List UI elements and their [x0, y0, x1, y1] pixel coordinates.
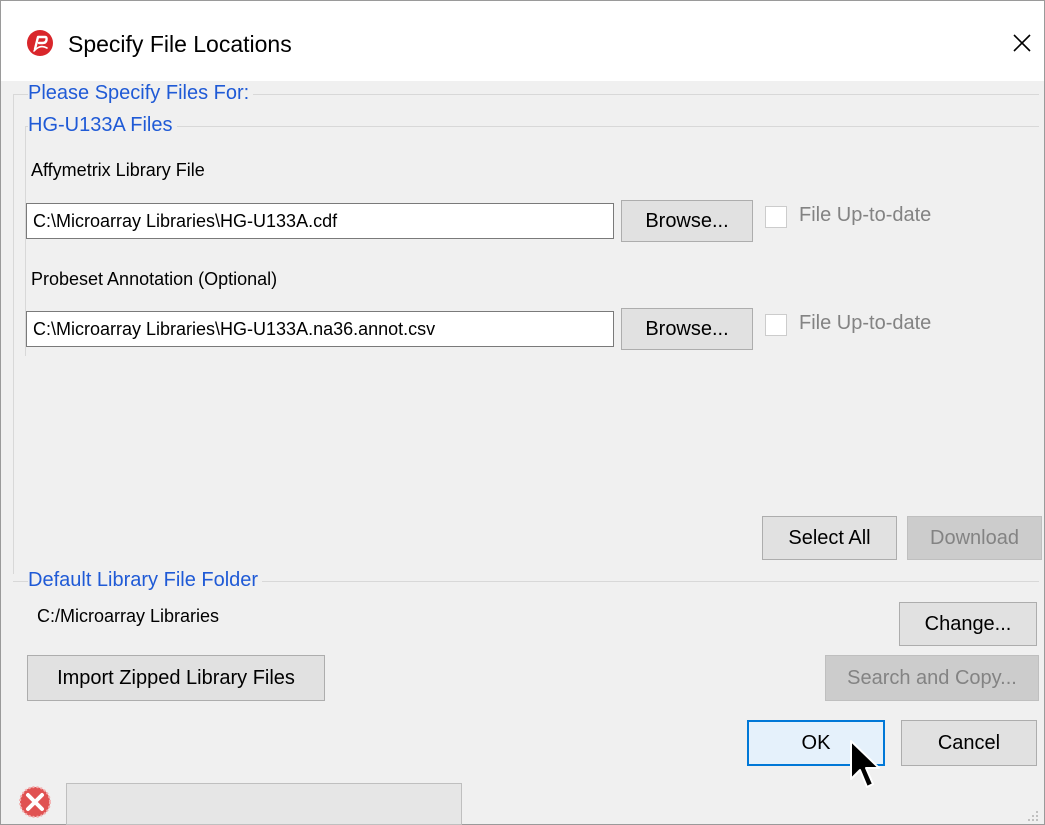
section-header: Please Specify Files For: [28, 81, 254, 105]
change-folder-button[interactable]: Change... [899, 602, 1037, 646]
error-status-icon [19, 786, 51, 818]
library-file-label: Affymetrix Library File [31, 160, 205, 180]
title-bar[interactable]: Specify File Locations [1, 1, 1044, 81]
window-title: Specify File Locations [68, 31, 292, 57]
subsection-header: HG-U133A Files [28, 113, 177, 137]
dialog-window: Specify File Locations Please Specify Fi… [0, 0, 1045, 825]
library-file-input[interactable] [26, 203, 614, 239]
folder-section-header: Default Library File Folder [28, 568, 263, 592]
library-uptodate-box[interactable] [765, 206, 787, 228]
subsection-divider [25, 126, 1039, 127]
default-folder-path: C:/Microarray Libraries [37, 606, 220, 626]
cancel-button[interactable]: Cancel [901, 720, 1037, 766]
resize-grip-icon[interactable] [1026, 809, 1040, 823]
annotation-browse-button[interactable]: Browse... [621, 308, 753, 350]
annotation-uptodate-label: File Up-to-date [799, 312, 932, 334]
library-browse-button[interactable]: Browse... [621, 200, 753, 242]
partek-app-icon [27, 30, 53, 56]
select-all-button[interactable]: Select All [762, 516, 897, 560]
annotation-uptodate-box[interactable] [765, 314, 787, 336]
import-zipped-button[interactable]: Import Zipped Library Files [27, 655, 325, 701]
close-icon[interactable] [1006, 27, 1038, 59]
status-message-field [66, 783, 462, 825]
section-border-left [13, 94, 14, 574]
annotation-file-input[interactable] [26, 311, 614, 347]
annotation-file-label: Probeset Annotation (Optional) [31, 269, 278, 289]
ok-button[interactable]: OK [747, 720, 885, 766]
library-uptodate-label: File Up-to-date [799, 204, 932, 226]
download-button[interactable]: Download [907, 516, 1042, 560]
library-uptodate-checkbox[interactable]: File Up-to-date [765, 203, 975, 233]
search-copy-button[interactable]: Search and Copy... [825, 655, 1039, 701]
annotation-uptodate-checkbox[interactable]: File Up-to-date [765, 311, 975, 341]
